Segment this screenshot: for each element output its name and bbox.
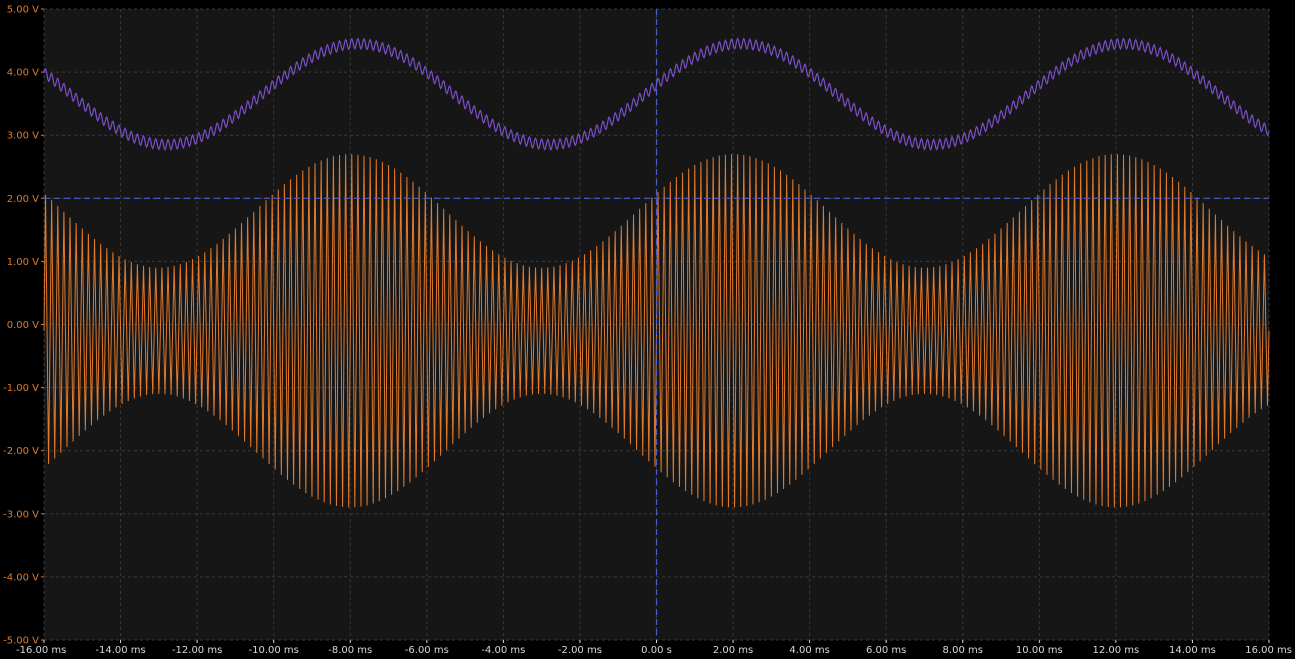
oscilloscope-display[interactable]: 5.00 V 4.00 V 3.00 V 2.00 V 1.00 V 0.00 V -1.0… xyxy=(0,0,1295,659)
x-tick-label: -12.00 ms xyxy=(172,645,222,656)
x-tick-label: -8.00 ms xyxy=(328,645,372,656)
y-tick-label: 5.00 V xyxy=(7,5,39,16)
x-tick-label: 0.00 s xyxy=(641,645,672,656)
x-tick-label: -14.00 ms xyxy=(95,645,145,656)
y-tick-label: -3.00 V xyxy=(3,509,39,520)
y-tick-label: 3.00 V xyxy=(7,131,39,142)
y-tick-label: 1.00 V xyxy=(7,257,39,268)
x-tick-label: 12.00 ms xyxy=(1092,645,1139,656)
x-tick-label: -4.00 ms xyxy=(481,645,525,656)
y-tick-label: -4.00 V xyxy=(3,572,39,583)
x-tick-label: 6.00 ms xyxy=(866,645,906,656)
y-tick-label: -2.00 V xyxy=(3,446,39,457)
x-tick-label: 16.00 ms xyxy=(1245,645,1292,656)
y-tick-label: 0.00 V xyxy=(7,320,39,331)
x-tick-label: -10.00 ms xyxy=(249,645,299,656)
x-tick-label: -2.00 ms xyxy=(558,645,602,656)
y-tick-label: -1.00 V xyxy=(3,383,39,394)
x-axis-ticks: -16.00 ms -14.00 ms -12.00 ms -10.00 ms -8.0… xyxy=(16,640,1292,656)
x-tick-label: -6.00 ms xyxy=(405,645,449,656)
x-tick-label: 8.00 ms xyxy=(943,645,983,656)
x-tick-label: 14.00 ms xyxy=(1169,645,1216,656)
y-axis-ticks: 5.00 V 4.00 V 3.00 V 2.00 V 1.00 V 0.00 V -1.0… xyxy=(3,5,44,647)
x-tick-label: 4.00 ms xyxy=(789,645,829,656)
x-tick-label: 10.00 ms xyxy=(1016,645,1063,656)
y-tick-label: 2.00 V xyxy=(7,194,39,205)
y-tick-label: 4.00 V xyxy=(7,68,39,79)
x-tick-label: 2.00 ms xyxy=(713,645,753,656)
x-tick-label: -16.00 ms xyxy=(16,645,66,656)
